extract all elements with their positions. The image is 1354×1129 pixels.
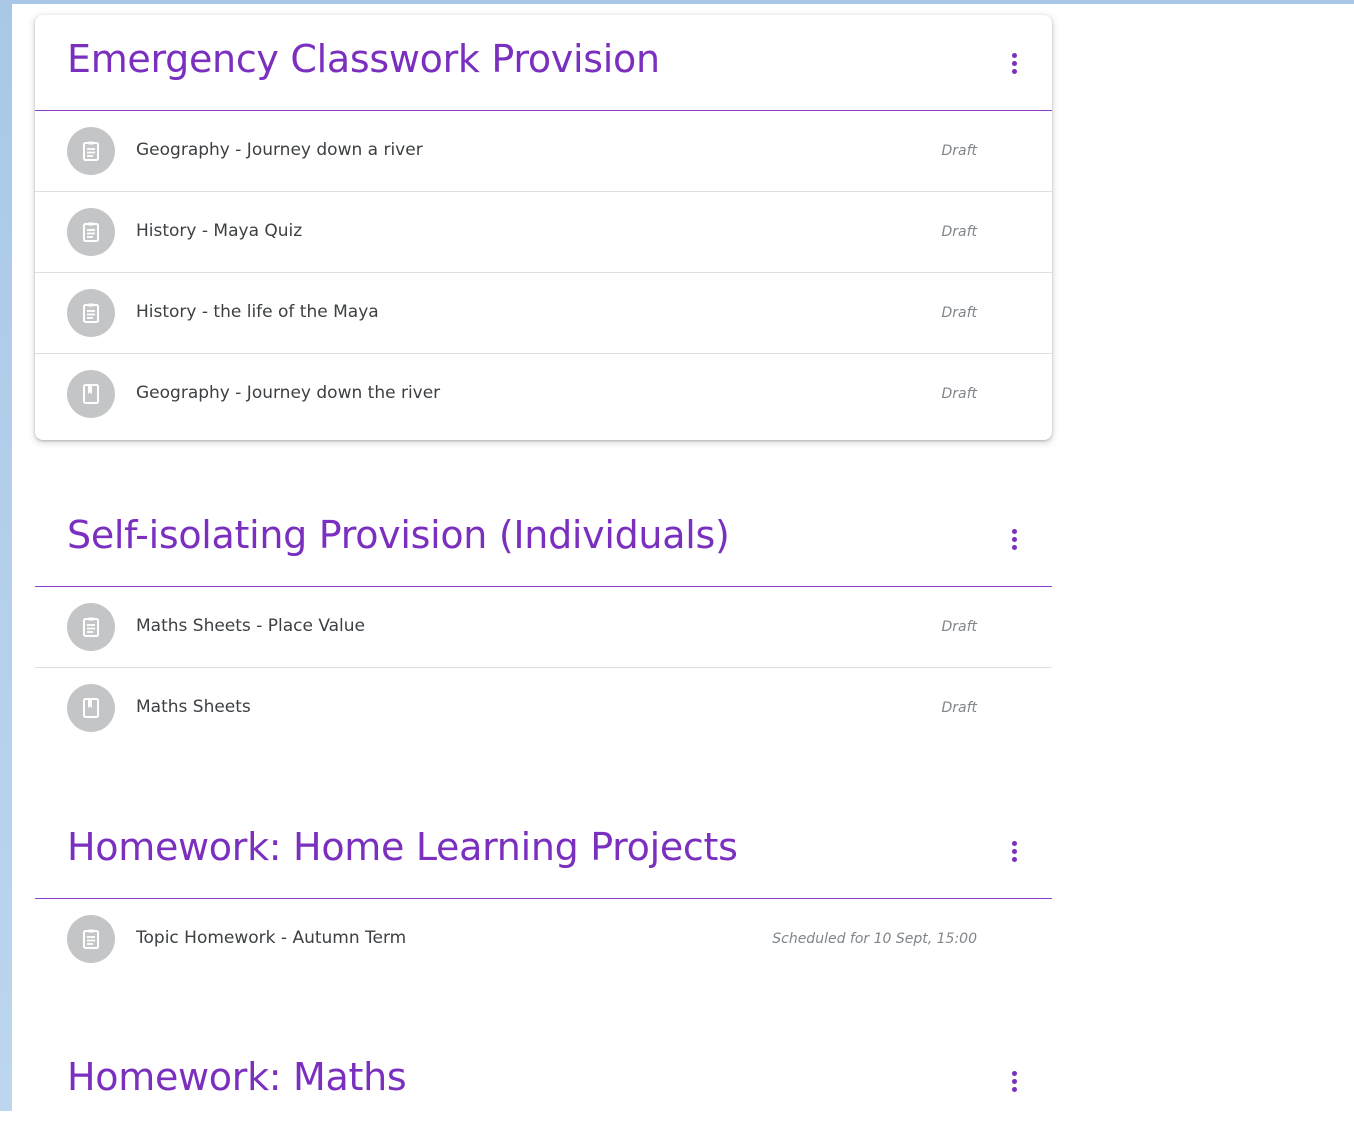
topic-header: Emergency Classwork Provision (35, 15, 1052, 111)
item-status: Scheduled for 10 Sept, 15:00 (772, 931, 977, 947)
assignment-icon (67, 127, 115, 175)
item-title: Topic Homework - Autumn Term (136, 928, 407, 948)
item-title: Maths Sheets (136, 697, 251, 717)
assignment-icon (67, 603, 115, 651)
item-status: Draft (941, 700, 977, 716)
item-status: Draft (941, 305, 977, 321)
topic-self-isolating: Self-isolating Provision (Individuals) M… (35, 491, 1052, 749)
item-status: Draft (941, 386, 977, 402)
item-title: History - the life of the Maya (136, 302, 379, 322)
item-status: Draft (941, 143, 977, 159)
more-options-icon[interactable] (1000, 1067, 1028, 1095)
topic-emergency-classwork: Emergency Classwork Provision Geography … (35, 15, 1052, 440)
item-status: Draft (941, 224, 977, 240)
topic-header: Homework: Home Learning Projects (35, 803, 1052, 899)
classwork-item[interactable]: Geography - Journey down a river Draft (35, 111, 1052, 192)
topic-homework-maths: Homework: Maths (35, 1033, 1052, 1129)
topic-title[interactable]: Homework: Home Learning Projects (67, 825, 738, 869)
item-status: Draft (941, 619, 977, 635)
material-icon (67, 370, 115, 418)
topic-header: Homework: Maths (35, 1033, 1052, 1129)
item-title: History - Maya Quiz (136, 221, 303, 241)
topic-home-learning-projects: Homework: Home Learning Projects Topic H… (35, 803, 1052, 980)
item-title: Geography - Journey down a river (136, 140, 423, 160)
classwork-item[interactable]: Geography - Journey down the river Draft (35, 354, 1052, 440)
classwork-item[interactable]: History - the life of the Maya Draft (35, 273, 1052, 354)
topic-header: Self-isolating Provision (Individuals) (35, 491, 1052, 587)
classwork-item[interactable]: Maths Sheets Draft (35, 668, 1052, 749)
classwork-item[interactable]: Topic Homework - Autumn Term Scheduled f… (35, 899, 1052, 980)
more-options-icon[interactable] (1000, 525, 1028, 553)
assignment-icon (67, 208, 115, 256)
assignment-icon (67, 289, 115, 337)
item-title: Geography - Journey down the river (136, 383, 441, 403)
classwork-item[interactable]: History - Maya Quiz Draft (35, 192, 1052, 273)
topic-title[interactable]: Homework: Maths (67, 1055, 407, 1099)
classwork-item[interactable]: Maths Sheets - Place Value Draft (35, 587, 1052, 668)
item-title: Maths Sheets - Place Value (136, 616, 366, 636)
more-options-icon[interactable] (1000, 49, 1028, 77)
assignment-icon (67, 915, 115, 963)
more-options-icon[interactable] (1000, 837, 1028, 865)
classwork-page: Emergency Classwork Provision Geography … (0, 0, 1354, 1129)
window-top-edge (0, 0, 1354, 4)
topic-title[interactable]: Self-isolating Provision (Individuals) (67, 513, 730, 557)
material-icon (67, 684, 115, 732)
topic-title[interactable]: Emergency Classwork Provision (67, 37, 660, 81)
window-edge (0, 0, 12, 1111)
